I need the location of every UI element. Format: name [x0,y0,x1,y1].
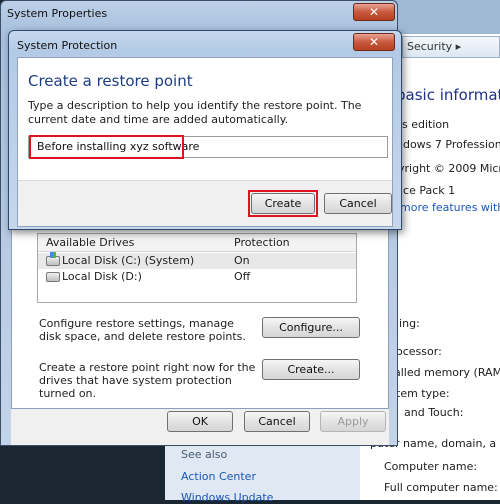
bg-line-full-name: Full computer name: [384,481,498,494]
available-drives-list[interactable]: Available Drives Protection Local Disk (… [37,233,357,303]
bg-line-rating: ling: [396,317,420,330]
cancel-button[interactable]: Cancel [244,411,310,432]
bg-line-service-pack: ice Pack 1 [400,184,456,197]
bg-line-computer-name: Computer name: [384,460,478,473]
windows-update-link[interactable]: Windows Update [181,491,273,504]
restore-point-heading: Create a restore point [28,72,193,90]
drive-row-d[interactable]: Local Disk (D:) Off [38,269,356,285]
bg-line-pen-touch: and Touch: [404,406,464,419]
close-icon: ✕ [368,5,380,19]
bg-line-edition: s edition [402,118,450,131]
bg-line-memory: alled memory (RAM [394,366,500,379]
system-properties-title: System Properties [7,7,108,20]
drive-icon [46,272,60,282]
drives-column-header[interactable]: Available Drives [46,235,134,251]
input-highlight-box [29,135,184,159]
bg-line-processor: ocessor: [396,345,442,358]
action-center-link[interactable]: Action Center [181,470,256,483]
bg-page-heading: basic informatio [396,86,500,104]
bg-line-system-type: tem type: [396,387,450,400]
bg-line-copyright: yright © 2009 Micro [398,162,500,175]
protection-column-header[interactable]: Protection [234,235,290,251]
create-restore-point-button[interactable]: Create... [262,359,360,380]
configure-button[interactable]: Configure... [262,317,360,338]
drives-list-header: Available Drives Protection [38,234,356,252]
drive-name: Local Disk (D:) [62,270,142,283]
drive-name: Local Disk (C:) (System) [62,254,195,267]
create-highlight-box [248,190,318,217]
drive-protection: Off [234,270,251,283]
close-icon: ✕ [368,35,380,49]
address-bar[interactable]: Security ▸ [402,36,500,58]
system-properties-close-button[interactable]: ✕ [353,3,395,21]
system-protection-close-button[interactable]: ✕ [353,33,395,51]
bg-more-features-link[interactable]: more features with a [400,201,500,214]
restore-point-button-bar: Create Cancel [18,180,392,226]
system-protection-dialog: System Protection ✕ Create a restore poi… [8,30,402,230]
bg-line-os: ndows 7 Professional [396,138,500,151]
system-drive-icon [46,252,60,266]
restore-point-panel: Create a restore point Type a descriptio… [17,57,393,227]
address-crumb[interactable]: Security ▸ [407,40,461,53]
apply-button[interactable]: Apply [320,411,386,432]
cancel-button[interactable]: Cancel [324,193,392,214]
configure-description: Configure restore settings, manage disk … [39,317,246,343]
drive-row-c[interactable]: Local Disk (C:) (System) On [38,252,356,269]
background-left-pane: See also Action Center Windows Update [155,438,360,504]
system-protection-title: System Protection [17,39,118,52]
drive-protection: On [234,254,250,267]
restore-point-instructions: Type a description to help you identify … [28,99,362,126]
see-also-label: See also [181,448,228,461]
create-description: Create a restore point right now for the… [39,361,256,400]
ok-button[interactable]: OK [167,411,233,432]
